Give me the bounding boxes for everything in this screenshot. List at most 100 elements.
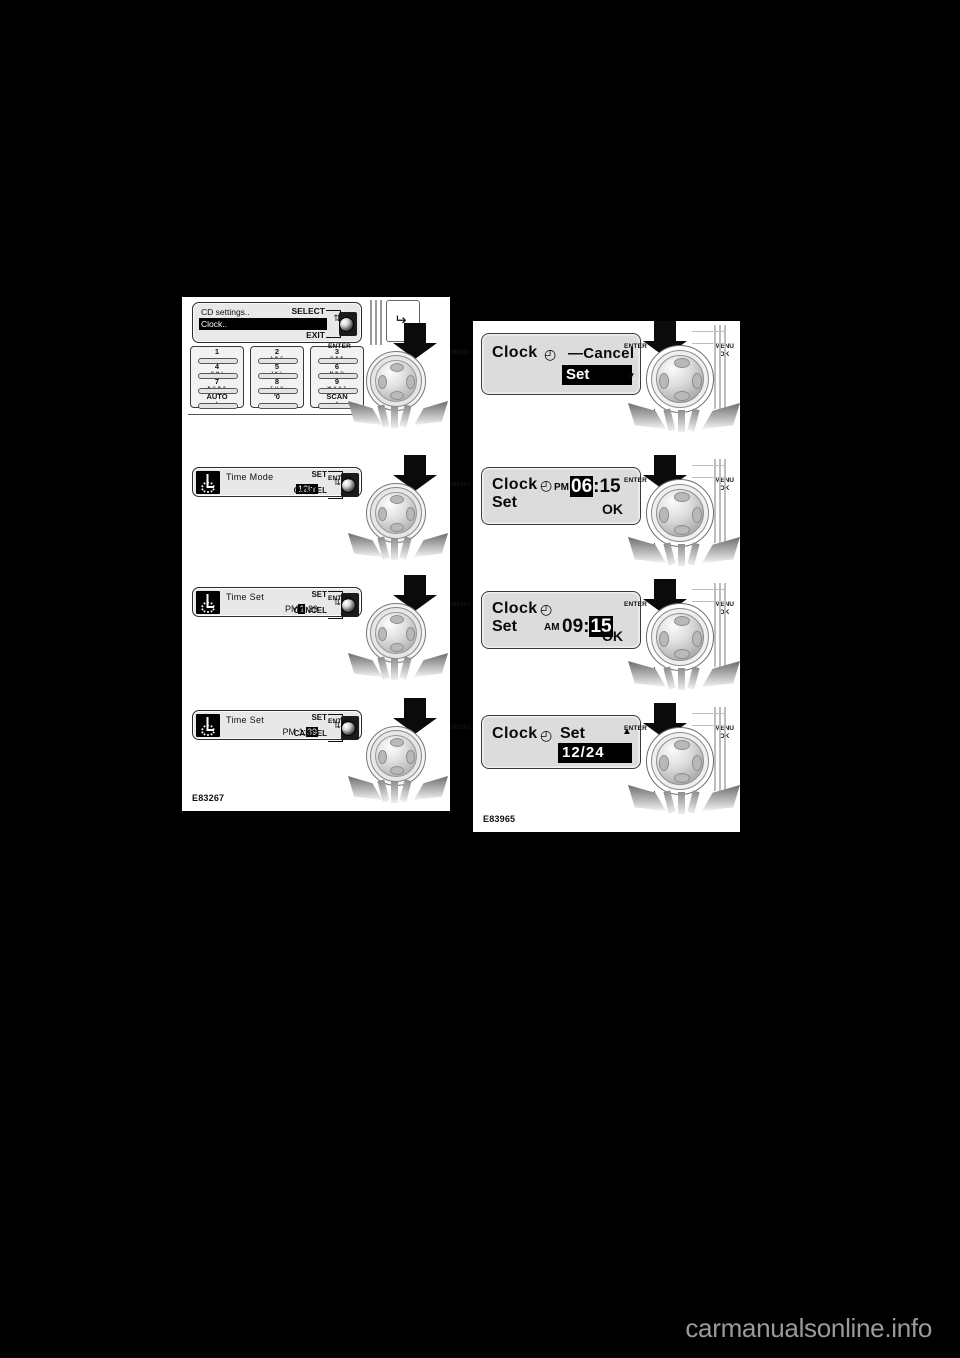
key-auto-cap [198, 402, 238, 409]
key-7[interactable]: 7 P Q R S [193, 377, 241, 394]
clock-hour-r3[interactable]: 09 [562, 616, 583, 637]
dial-pad-right-step4[interactable] [405, 750, 415, 764]
clock-icon-r3: ◴ [540, 601, 553, 617]
steering-dial-step3[interactable]: ENTER MENU [328, 575, 470, 680]
cancel-label-step4: CANCEL [293, 729, 327, 738]
dial-pad-up-step3[interactable] [390, 614, 404, 624]
ray-small-3-step3 [399, 656, 412, 680]
motion-rays-step3 [346, 643, 450, 680]
dial-pad-left-step3[interactable] [377, 627, 387, 641]
ray-small-2-r2 [678, 544, 685, 566]
step-time-mode: Time Mode 12hr SET CANCEL ⇅ ENTER MENU [182, 455, 470, 567]
steering-dial-r3[interactable]: ENTER MENU OK [624, 579, 740, 691]
dial-pad-left-r1[interactable] [658, 373, 669, 389]
ray-small-2-r1 [678, 410, 685, 432]
clock-set-1224-display: Clock ◴ Set ▲ 12/24 [481, 715, 641, 769]
set-label-step2: SET [311, 470, 327, 479]
enter-label-r1: ENTER [624, 343, 648, 350]
key-1[interactable]: 1 [193, 347, 241, 364]
menu-item-clock-label: Clock.. [201, 319, 227, 329]
ray-left-step3 [348, 653, 382, 677]
dial-pad-right-r3[interactable] [691, 631, 702, 647]
step-audio-head-unit: CD settings.. Clock.. SELECT EXIT ⇅ 1 4 … [182, 297, 470, 447]
faceplate-divider [188, 414, 368, 415]
ray-right [414, 401, 448, 425]
steering-dial-step4[interactable]: ENTER MENU [328, 698, 470, 803]
clock-label-r2: Clock [492, 476, 538, 493]
figure-right-code: E83965 [483, 814, 516, 824]
ray-left-r4 [628, 785, 666, 811]
keypad-group-1: 1 4 G H I 7 P Q R S AU [190, 346, 244, 409]
ray-small-2 [391, 406, 398, 428]
key-auto[interactable]: AUTO * [193, 392, 241, 409]
menu-item-cd-settings[interactable]: CD settings.. [201, 307, 250, 317]
key-2[interactable]: 2 A B C [253, 347, 301, 364]
key-0[interactable]: '0 [253, 392, 301, 409]
figure-left-audio-clock-steps: CD settings.. Clock.. SELECT EXIT ⇅ 1 4 … [182, 297, 470, 811]
enter-label-step3: ENTER [328, 595, 352, 602]
ok-label-display-r2: OK [602, 501, 623, 517]
dial-pad-up-step4[interactable] [390, 737, 404, 747]
clock-minute-r2[interactable]: 15 [599, 476, 620, 497]
motion-rays-step4 [346, 766, 450, 803]
step-clock-set-hour: Clock Set ◴ PM 06:15 OK ENTER MENU OK [473, 455, 740, 575]
dial-pad-up-r4[interactable] [674, 739, 690, 750]
ray-left-step2 [348, 533, 382, 557]
ray-small-3 [399, 404, 412, 428]
dial-pad-right-r1[interactable] [691, 373, 702, 389]
clock-icon [196, 471, 220, 494]
dial-pad-right-r2[interactable] [691, 507, 702, 523]
clock-icon-step4 [196, 714, 220, 737]
dial-pad-up-step2[interactable] [390, 494, 404, 504]
ampm-label-r2: PM [554, 482, 569, 493]
menu-label-step2: MENU [450, 481, 470, 488]
ray-right-step2 [414, 533, 448, 557]
motion-rays [346, 391, 450, 428]
menu-item-clock-highlighted[interactable]: Clock.. [199, 318, 327, 330]
steering-dial-r1[interactable]: ENTER MENU OK [624, 321, 740, 433]
clock-hour-r2[interactable]: 06 [570, 476, 594, 497]
ray-right-r3 [702, 661, 740, 687]
option-1224-r4[interactable]: 12/24 [558, 743, 632, 763]
dial-pad-left-step4[interactable] [377, 750, 387, 764]
set-option-r1[interactable]: Set [562, 365, 632, 385]
time-set-minute-display: Time Set PM 1:39 SET CANCEL ⇅ [192, 710, 362, 742]
dial-pad-right-r4[interactable] [691, 755, 702, 771]
dial-pad-up[interactable] [390, 362, 404, 372]
key-0-number: '0 [274, 392, 280, 401]
clock-set-hour-display: Clock Set ◴ PM 06:15 OK [481, 467, 641, 525]
key-8[interactable]: 8 T U V [253, 377, 301, 394]
steering-dial-step2[interactable]: ENTER MENU [328, 455, 470, 560]
time-set-hour-display: Time Set PM1:39 SET CANCEL ⇅ [192, 587, 362, 619]
ray-small-3-r2 [687, 542, 700, 566]
site-watermark: carmanualsonline.info [685, 1313, 932, 1343]
dial-pad-left-r4[interactable] [658, 755, 669, 771]
dial-pad-left-r3[interactable] [658, 631, 669, 647]
ok-label-display-r3: OK [602, 628, 623, 644]
dial-pad-right-step3[interactable] [405, 627, 415, 641]
steering-dial-r4[interactable]: ENTER MENU OK [624, 703, 740, 815]
cancel-label-step3: CANCEL [293, 606, 327, 615]
cancel-label-step2: CANCEL [293, 486, 327, 495]
clock-icon-r1: ◴ [544, 346, 557, 362]
dial-pad-up-r3[interactable] [674, 615, 690, 626]
dial-pad-right[interactable] [405, 375, 415, 389]
dial-pad-up-r2[interactable] [674, 491, 690, 502]
ray-right-r2 [702, 537, 740, 563]
steering-dial-r2[interactable]: ENTER MENU OK [624, 455, 740, 567]
dial-pad-left-r2[interactable] [658, 507, 669, 523]
dial-pad-left-step2[interactable] [377, 507, 387, 521]
dial-pad-left[interactable] [377, 375, 387, 389]
time-mode-title: Time Mode [226, 472, 274, 482]
enter-label-step4: ENTER [328, 718, 352, 725]
ray-right-r1 [702, 403, 740, 429]
motion-rays-r4 [628, 777, 740, 814]
steering-dial-step1[interactable]: ENTER MENU [328, 323, 470, 428]
set-option-label-r1: Set [566, 366, 590, 383]
ray-small-3-step4 [399, 779, 412, 803]
dial-pad-up-r1[interactable] [674, 357, 690, 368]
key-4[interactable]: 4 G H I [193, 362, 241, 379]
key-5[interactable]: 5 J K L [253, 362, 301, 379]
dial-pad-right-step2[interactable] [405, 507, 415, 521]
set-label-step4: SET [311, 713, 327, 722]
